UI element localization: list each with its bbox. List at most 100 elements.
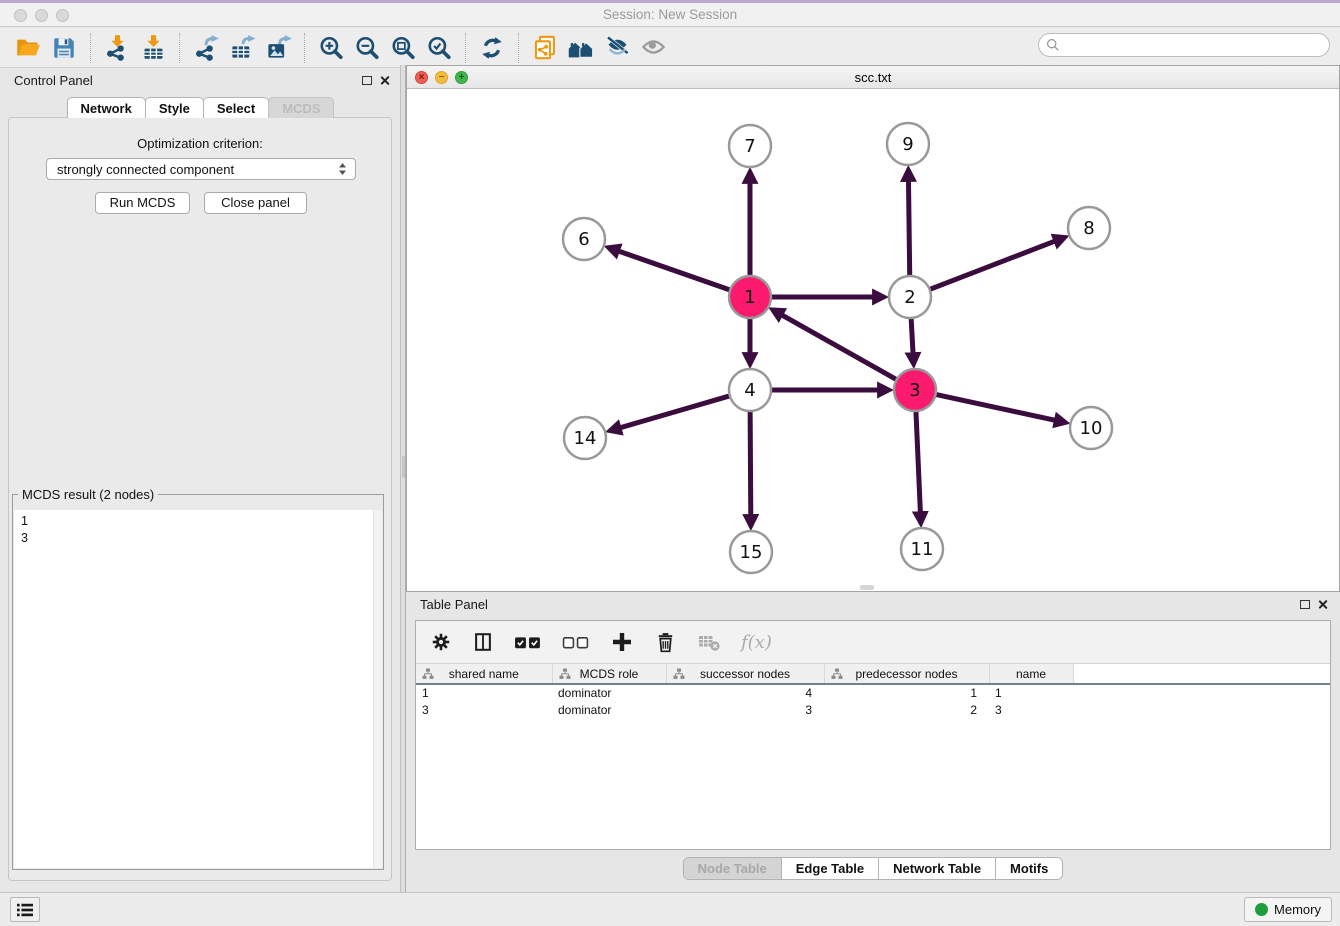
node-label: 4	[744, 380, 755, 401]
table-cell[interactable]: dominator	[552, 701, 666, 718]
pane-layout-button[interactable]	[472, 631, 494, 653]
column-header-successor-nodes[interactable]: successor nodes	[666, 664, 824, 684]
tab-select[interactable]: Select	[203, 97, 269, 118]
tab-mcds[interactable]: MCDS	[268, 97, 334, 118]
graph-node-14[interactable]: 14	[564, 417, 606, 459]
clone-network-button[interactable]	[527, 31, 563, 65]
criterion-dropdown[interactable]: strongly connected component	[46, 158, 356, 180]
column-header-name[interactable]: name	[989, 664, 1073, 684]
tab-network[interactable]: Network	[67, 97, 146, 118]
splitter-grip[interactable]	[402, 456, 405, 478]
graph-node-11[interactable]: 11	[901, 528, 943, 570]
export-image-button[interactable]	[260, 31, 296, 65]
float-panel-icon[interactable]	[362, 76, 372, 85]
search-field[interactable]	[1038, 33, 1330, 57]
node-label: 6	[578, 229, 589, 250]
network-window-titlebar[interactable]: × − + scc.txt	[407, 66, 1339, 89]
tab-node-table[interactable]: Node Table	[684, 858, 782, 879]
graph-node-1[interactable]: 1	[729, 276, 771, 318]
zoom-fit-button[interactable]	[385, 31, 421, 65]
window-title: Session: New Session	[0, 3, 1340, 27]
table-tab-group: Node Table Edge Table Network Table Moti…	[683, 857, 1064, 880]
close-panel-button[interactable]: Close panel	[204, 192, 307, 214]
unchecked-boxes-icon	[562, 634, 590, 651]
tab-network-table[interactable]: Network Table	[879, 858, 996, 879]
hide-selected-button[interactable]	[599, 31, 635, 65]
apply-layout-button[interactable]	[474, 31, 510, 65]
task-history-button[interactable]	[10, 897, 40, 922]
graph-node-6[interactable]: 6	[563, 218, 605, 260]
table-toolbar: f(x)	[416, 621, 1330, 664]
network-canvas[interactable]: 1 2 3 4 6 7 8 9 10 11 14 15	[407, 89, 1339, 591]
result-scrollbar[interactable]	[373, 510, 382, 868]
graph-node-15[interactable]: 15	[730, 531, 772, 573]
horizontal-splitter-grip[interactable]	[860, 585, 874, 590]
mcds-result-group: MCDS result (2 nodes) 13	[12, 494, 384, 870]
main-toolbar	[0, 28, 1340, 68]
header-filler	[1073, 664, 1330, 684]
tab-motifs[interactable]: Motifs	[996, 858, 1062, 879]
graph-node-8[interactable]: 8	[1068, 207, 1110, 249]
graph-edge-4-14[interactable]	[610, 396, 731, 431]
graph-node-7[interactable]: 7	[729, 125, 771, 167]
graph-node-4[interactable]: 4	[729, 369, 771, 411]
column-header-predecessor-nodes[interactable]: predecessor nodes	[824, 664, 989, 684]
save-session-button[interactable]	[46, 31, 82, 65]
graph-edge-1-6[interactable]	[609, 248, 732, 291]
graph-node-10[interactable]: 10	[1070, 407, 1112, 449]
delete-column-button[interactable]	[654, 631, 677, 654]
function-builder-button[interactable]: f(x)	[741, 632, 772, 653]
dropdown-stepper-icon	[338, 162, 347, 176]
graph-node-3[interactable]: 3	[894, 369, 936, 411]
checked-boxes-icon	[514, 634, 542, 651]
select-all-button[interactable]	[514, 634, 542, 651]
graph-node-2[interactable]: 2	[889, 276, 931, 318]
export-table-button[interactable]	[224, 31, 260, 65]
table-row[interactable]: 3dominator323	[416, 701, 1330, 718]
table-cell[interactable]: 2	[824, 701, 989, 718]
graph-edge-2-8[interactable]	[929, 237, 1065, 289]
graph-edge-2-9[interactable]	[908, 170, 909, 277]
graph-edge-3-1[interactable]	[773, 310, 898, 380]
deselect-all-button[interactable]	[562, 634, 590, 651]
zoom-in-button[interactable]	[313, 31, 349, 65]
network-home-button[interactable]	[563, 31, 599, 65]
graph-node-9[interactable]: 9	[887, 123, 929, 165]
table-cell[interactable]: 4	[666, 684, 824, 701]
float-panel-icon[interactable]	[1300, 600, 1310, 609]
tab-style[interactable]: Style	[145, 97, 204, 118]
table-cell[interactable]: 1	[416, 684, 552, 701]
run-mcds-button[interactable]: Run MCDS	[95, 192, 190, 214]
export-network-button[interactable]	[188, 31, 224, 65]
column-settings-button[interactable]	[430, 631, 452, 653]
graph-edge-2-3[interactable]	[911, 317, 914, 364]
delete-table-button[interactable]	[697, 631, 721, 653]
zoom-out-button[interactable]	[349, 31, 385, 65]
column-header-shared-name[interactable]: shared name	[416, 664, 552, 684]
table-cell[interactable]: 1	[989, 684, 1073, 701]
table-row[interactable]: 1dominator411	[416, 684, 1330, 701]
show-all-button[interactable]	[635, 31, 671, 65]
tab-edge-table[interactable]: Edge Table	[782, 858, 879, 879]
import-table-button[interactable]	[135, 31, 171, 65]
table-cell[interactable]: 3	[666, 701, 824, 718]
table-cell[interactable]: dominator	[552, 684, 666, 701]
close-panel-icon[interactable]	[1317, 599, 1328, 610]
table-cell[interactable]: 3	[416, 701, 552, 718]
close-panel-icon[interactable]	[379, 75, 390, 86]
hierarchy-icon	[673, 668, 685, 680]
open-session-button[interactable]	[10, 31, 46, 65]
graph-edge-3-11[interactable]	[916, 410, 921, 523]
table-cell[interactable]: 1	[824, 684, 989, 701]
import-network-button[interactable]	[99, 31, 135, 65]
memory-button[interactable]: Memory	[1244, 897, 1332, 922]
search-input[interactable]	[1064, 36, 1329, 54]
graph-edge-3-10[interactable]	[935, 394, 1066, 422]
zoom-selected-button[interactable]	[421, 31, 457, 65]
table-cell[interactable]: 3	[989, 701, 1073, 718]
column-header-mcds-role[interactable]: MCDS role	[552, 664, 666, 684]
mcds-result-text[interactable]: 13	[14, 510, 382, 868]
zoom-out-icon	[354, 35, 380, 61]
graph-edge-4-15[interactable]	[750, 410, 751, 526]
add-column-button[interactable]	[610, 630, 634, 654]
